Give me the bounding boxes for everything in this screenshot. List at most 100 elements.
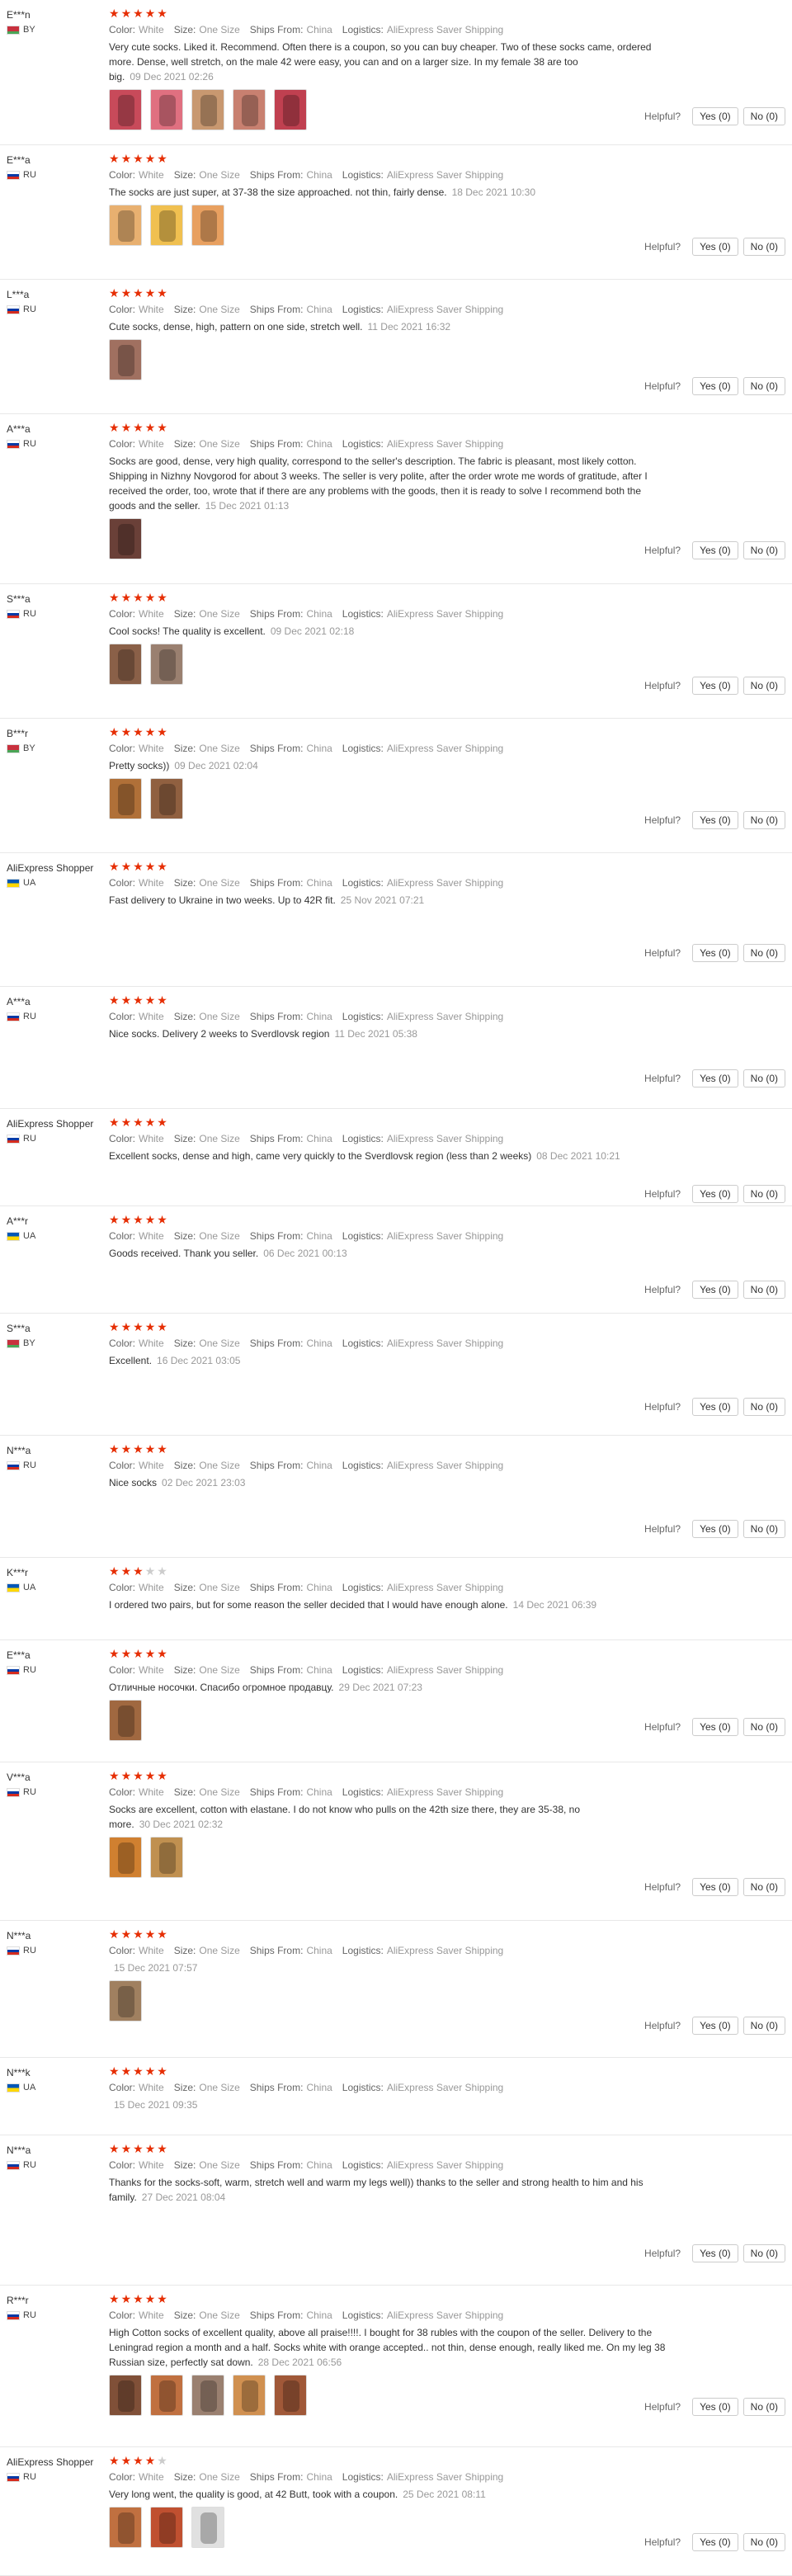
helpful-yes-button[interactable]: Yes (0) <box>692 944 738 962</box>
reviewer-name: AliExpress Shopper <box>7 862 94 874</box>
helpful-yes-button[interactable]: Yes (0) <box>692 238 738 256</box>
helpful-yes-button[interactable]: Yes (0) <box>692 377 738 395</box>
review-photo-thumbnail[interactable] <box>150 778 183 819</box>
review-photo-thumbnail[interactable] <box>109 2375 142 2416</box>
helpful-yes-button[interactable]: Yes (0) <box>692 1069 738 1087</box>
review-photo-thumbnail[interactable] <box>109 1837 142 1878</box>
helpful-yes-button[interactable]: Yes (0) <box>692 107 738 125</box>
helpful-no-button[interactable]: No (0) <box>742 1878 785 1896</box>
review-photo-thumbnail[interactable] <box>150 2507 183 2548</box>
review-photo-thumbnail[interactable] <box>109 518 142 559</box>
logistics-label: Logistics: <box>342 1133 384 1144</box>
review-photo-thumbnail[interactable] <box>109 89 142 130</box>
helpful-yes-button[interactable]: Yes (0) <box>692 1520 738 1538</box>
review-photo-thumbnail[interactable] <box>150 644 183 685</box>
star-icon: ★ <box>157 1116 169 1129</box>
helpful-no-button[interactable]: No (0) <box>742 1520 785 1538</box>
review-photo-thumbnail[interactable] <box>233 89 266 130</box>
helpful-yes-button[interactable]: Yes (0) <box>692 2533 738 2551</box>
helpful-yes-button[interactable]: Yes (0) <box>692 2017 738 2035</box>
review-text: Excellent. 16 Dec 2021 03:05 <box>109 1353 668 1368</box>
review-photo-thumbnail[interactable] <box>109 1980 142 2022</box>
helpful-no-button[interactable]: No (0) <box>742 1069 785 1087</box>
review-photo-thumbnail[interactable] <box>150 205 183 246</box>
review-photo-thumbnail[interactable] <box>191 89 224 130</box>
helpful-yes-button[interactable]: Yes (0) <box>692 2244 738 2262</box>
star-icon: ★ <box>133 591 145 604</box>
helpful-label: Helpful? <box>644 2020 681 2031</box>
star-icon: ★ <box>120 1320 134 1333</box>
review-photo-thumbnail[interactable] <box>191 2375 224 2416</box>
review-photo-thumbnail[interactable] <box>274 89 307 130</box>
review-photo-thumbnail[interactable] <box>150 2375 183 2416</box>
helpful-no-button[interactable]: No (0) <box>742 1718 785 1736</box>
review-photo-thumbnail[interactable] <box>109 339 142 380</box>
ships-from-value: China <box>306 24 332 35</box>
review-photo-thumbnail[interactable] <box>150 89 183 130</box>
size-value: One Size <box>199 2309 240 2321</box>
helpful-no-button[interactable]: No (0) <box>742 1398 785 1416</box>
review-photo-thumbnail[interactable] <box>109 1700 142 1741</box>
review-photo-thumbnail[interactable] <box>191 2507 224 2548</box>
helpful-yes-button[interactable]: Yes (0) <box>692 1718 738 1736</box>
size-label: Size: <box>173 1230 196 1242</box>
helpful-yes-button[interactable]: Yes (0) <box>692 541 738 559</box>
country-code: BY <box>23 25 35 35</box>
ships-from-value: China <box>306 1338 332 1349</box>
helpful-label: Helpful? <box>644 2401 681 2413</box>
helpful-no-button[interactable]: No (0) <box>742 944 785 962</box>
review-photo-thumbnail[interactable] <box>274 2375 307 2416</box>
product-attributes: Color: White Size: One Size Ships From: China… <box>109 2309 668 2322</box>
country-code: RU <box>23 1946 36 1956</box>
review-photo-thumbnail[interactable] <box>233 2375 266 2416</box>
star-icon: ★ <box>109 591 121 604</box>
review-date: 11 Dec 2021 05:38 <box>334 1028 417 1040</box>
product-attributes: Color: White Size: One Size Ships From: China… <box>109 1581 668 1594</box>
helpful-no-button[interactable]: No (0) <box>742 107 785 125</box>
star-rating: ★★★★★ <box>109 591 668 604</box>
review-photo-thumbnail[interactable] <box>109 205 142 246</box>
helpful-yes-button[interactable]: Yes (0) <box>692 2398 738 2416</box>
size-label: Size: <box>173 169 196 181</box>
helpful-no-button[interactable]: No (0) <box>742 2017 785 2035</box>
helpful-no-button[interactable]: No (0) <box>742 1281 785 1299</box>
helpful-yes-button[interactable]: Yes (0) <box>692 1878 738 1896</box>
star-icon: ★ <box>120 860 134 873</box>
helpful-no-button[interactable]: No (0) <box>742 1185 785 1203</box>
reviewer-info: AliExpress Shopper RU <box>7 2456 106 2482</box>
logistics-label: Logistics: <box>342 2471 384 2483</box>
review-photo-thumbnail[interactable] <box>150 1837 183 1878</box>
review-text: High Cotton socks of excellent quality, … <box>109 2325 668 2370</box>
helpful-no-button[interactable]: No (0) <box>742 811 785 829</box>
helpful-no-button[interactable]: No (0) <box>742 677 785 695</box>
color-value: White <box>139 2082 164 2093</box>
ships-from-label: Ships From: <box>249 1945 304 1956</box>
helpful-no-button[interactable]: No (0) <box>742 2244 785 2262</box>
country-flag-icon <box>7 25 20 35</box>
helpful-no-button[interactable]: No (0) <box>742 2398 785 2416</box>
review-photo-thumbnail[interactable] <box>109 2507 142 2548</box>
helpful-no-button[interactable]: No (0) <box>742 238 785 256</box>
helpful-yes-button[interactable]: Yes (0) <box>692 1281 738 1299</box>
color-label: Color: <box>109 2309 136 2321</box>
helpful-yes-button[interactable]: Yes (0) <box>692 1398 738 1416</box>
helpful-yes-button[interactable]: Yes (0) <box>692 1185 738 1203</box>
review-photo-thumbnail[interactable] <box>191 205 224 246</box>
review-body: Excellent. <box>109 1355 153 1366</box>
review-content: ★★★★★ Color: White Size: One Size Ships From:… <box>109 1442 668 1490</box>
helpful-yes-button[interactable]: Yes (0) <box>692 677 738 695</box>
size-label: Size: <box>173 608 196 620</box>
star-icon: ★ <box>157 725 169 738</box>
helpful-no-button[interactable]: No (0) <box>742 2533 785 2551</box>
star-icon: ★ <box>133 1769 145 1782</box>
ships-from-label: Ships From: <box>249 304 304 315</box>
ships-from-label: Ships From: <box>249 1786 304 1798</box>
review-photo-thumbnail[interactable] <box>109 644 142 685</box>
logistics-value: AliExpress Saver Shipping <box>386 877 504 889</box>
star-icon: ★ <box>109 421 121 434</box>
helpful-no-button[interactable]: No (0) <box>742 541 785 559</box>
helpful-yes-button[interactable]: Yes (0) <box>692 811 738 829</box>
review-photo-thumbnail[interactable] <box>109 778 142 819</box>
star-icon: ★ <box>120 2142 134 2155</box>
helpful-no-button[interactable]: No (0) <box>742 377 785 395</box>
